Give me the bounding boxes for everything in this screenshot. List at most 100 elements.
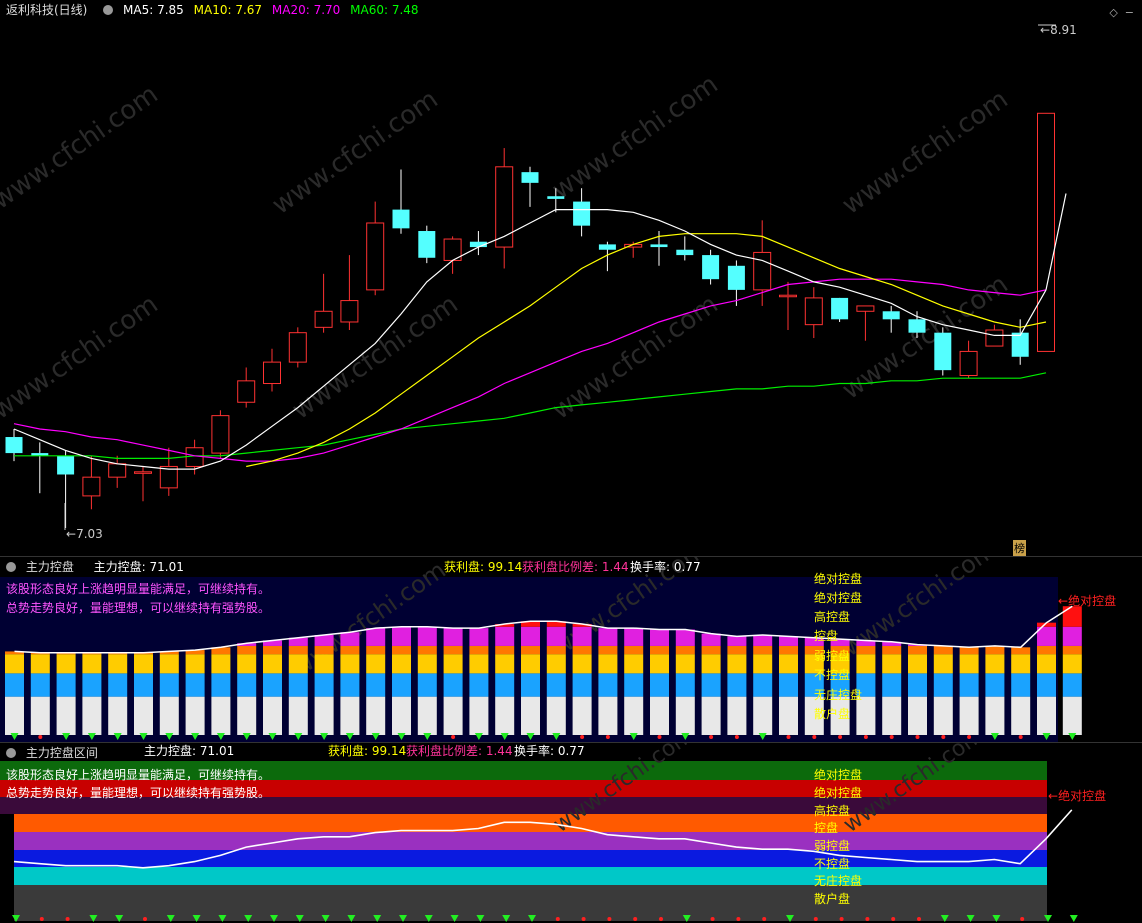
bar-segment-magenta — [675, 629, 695, 646]
bar-segment-white — [1037, 696, 1056, 735]
zone-no-dealer — [14, 867, 1047, 885]
control-bar-pane[interactable]: www.cfchi.com www.cfchi.com www.cfchi.com … — [0, 556, 1142, 743]
bar-segment-blue — [1062, 673, 1082, 697]
level-label-absolute-top: 绝对控盘 — [814, 572, 863, 586]
settings-gear-icon[interactable] — [103, 5, 114, 15]
bar-segment-blue — [933, 673, 953, 697]
bar-segment-orange — [366, 645, 386, 655]
ma5-label: MA5: 7.85 — [123, 3, 184, 17]
bar-segment-blue — [650, 673, 669, 697]
profit-label: 获利盘: 99.14 — [328, 744, 407, 758]
red-dot-marker — [451, 735, 456, 739]
bar-segment-white — [779, 696, 798, 735]
watermark-text: www.cfchi.com — [837, 84, 1014, 220]
candle-body — [882, 311, 900, 320]
settings-gear-icon[interactable] — [6, 748, 16, 758]
zone-label-no-dealer: 无庄控盘 — [814, 874, 863, 888]
bar-segment-orange — [753, 645, 773, 655]
bar-segment-blue — [185, 673, 205, 697]
kline-chart[interactable]: www.cfchi.com www.cfchi.com www.cfchi.com w… — [0, 0, 1142, 556]
settings-gear-icon[interactable] — [6, 562, 16, 572]
candle-body — [779, 294, 797, 298]
candle-body — [288, 332, 307, 363]
indicator-title: 主力控盘 — [25, 560, 74, 574]
bar-segment-yellow — [263, 654, 282, 674]
zone-label-weak: 弱控盘 — [814, 839, 851, 853]
level-label-high: 高控盘 — [814, 610, 851, 624]
control-zone-header: 主力控盘区间 — [0, 743, 104, 763]
profit-diff-label: 获利盘比例差: 1.44 — [406, 744, 513, 758]
bar-segment-blue — [237, 673, 257, 697]
pane-toggle-icons[interactable]: ◇ − — [1109, 6, 1134, 19]
bar-segment-blue — [469, 673, 489, 697]
bar-segment-orange — [1011, 647, 1031, 655]
bar-segment-magenta — [546, 626, 566, 646]
candle-body — [702, 255, 720, 280]
bar-segment-blue — [985, 673, 1005, 697]
main-control-label: 主力控盘: 71.01 — [93, 560, 184, 574]
bar-segment-magenta — [443, 628, 463, 646]
bar-segment-orange — [263, 645, 282, 655]
red-dot-marker — [143, 917, 147, 921]
zone-label-control: 控盘 — [814, 821, 839, 835]
candle-body — [959, 350, 978, 376]
level-label-no-dealer: 无庄控盘 — [814, 688, 863, 702]
candle-body — [108, 463, 127, 478]
bar-segment-orange — [417, 645, 437, 655]
zone-label-retail: 散户盘 — [814, 892, 851, 906]
minimize-icon[interactable]: − — [1125, 6, 1134, 19]
bar-segment-blue — [753, 673, 773, 697]
diamond-icon[interactable]: ◇ — [1109, 6, 1117, 19]
red-dot-marker — [863, 735, 868, 739]
red-dot-marker — [812, 735, 817, 739]
kline-pane[interactable]: www.cfchi.com www.cfchi.com www.cfchi.com w… — [0, 0, 1142, 556]
ma5-line — [13, 209, 1047, 470]
high-price-label: ←8.91 — [1040, 23, 1077, 37]
red-dot-marker — [580, 735, 585, 739]
bar-segment-blue — [159, 673, 179, 697]
bar-segment-blue — [5, 673, 24, 697]
kline-header: 返利科技(日线) MA5: 7.85 MA10: 7.67 MA20: 7.70… — [0, 0, 425, 20]
bar-segment-yellow — [985, 654, 1005, 674]
watermark-text: www.cfchi.com — [287, 289, 464, 425]
bar-segment-yellow — [56, 654, 76, 674]
candle-body — [185, 447, 204, 467]
bar-segment-yellow — [108, 654, 128, 674]
red-dot-marker — [38, 735, 43, 739]
bar-segment-white — [1011, 696, 1031, 735]
bar-segment-orange — [392, 645, 411, 655]
bar-segment-orange — [469, 645, 489, 655]
bar-segment-white — [366, 696, 386, 735]
bar-segment-yellow — [185, 654, 205, 674]
bar-segment-magenta — [624, 628, 644, 646]
red-dot-marker — [1020, 917, 1025, 921]
bar-segment-blue — [1037, 673, 1056, 697]
bar-segment-white — [237, 696, 257, 735]
bar-segment-yellow — [675, 654, 695, 674]
arrow-absolute-label: ←绝对控盘 — [1048, 789, 1107, 803]
candle-body — [753, 251, 772, 291]
bar-segment-blue — [443, 673, 463, 697]
bar-segment-orange — [443, 645, 463, 655]
bang-badge: 榜 — [1013, 540, 1026, 556]
red-dot-marker — [839, 917, 844, 921]
candle-body — [727, 265, 745, 290]
bar-segment-orange — [856, 645, 876, 655]
bar-segment-magenta — [598, 628, 618, 646]
level-label-absolute: 绝对控盘 — [814, 591, 863, 605]
bar-segment-blue — [727, 673, 747, 697]
bar-segment-yellow — [134, 654, 153, 674]
bar-segment-white — [82, 696, 102, 735]
bar-segment-orange — [572, 645, 592, 655]
watermark-text: www.cfchi.com — [0, 289, 164, 425]
bar-segment-white — [469, 696, 489, 735]
bar-segment-magenta — [701, 633, 721, 646]
control-zone-pane[interactable]: www.cfchi.com www.cfchi.com 主力控盘区间 主力控盘: … — [0, 742, 1142, 923]
bar-segment-yellow — [959, 654, 979, 674]
bar-segment-yellow — [82, 654, 102, 674]
zone-label-absolute: 绝对控盘 — [814, 786, 863, 800]
bar-segment-magenta — [572, 626, 592, 646]
level-label-none: 不控盘 — [814, 668, 851, 682]
bar-segment-yellow — [417, 654, 437, 674]
bar-segment-yellow — [727, 654, 747, 674]
